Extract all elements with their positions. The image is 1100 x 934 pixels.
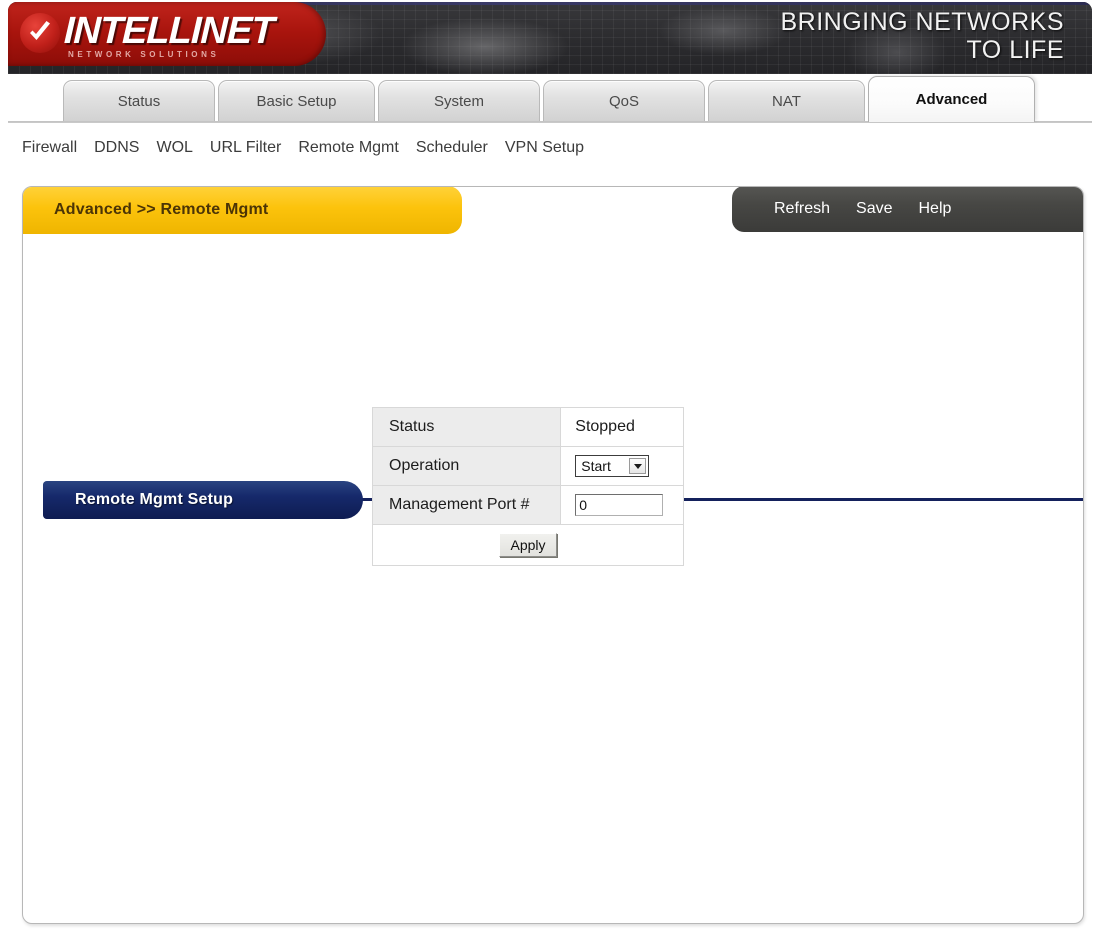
operation-label: Operation [371,446,562,486]
tab-system[interactable]: System [378,80,540,121]
main-tab-bar: Status Basic Setup System QoS NAT Advanc… [8,74,1092,122]
tab-nat[interactable]: NAT [708,80,865,121]
subnav-item-scheduler[interactable]: Scheduler [416,139,488,157]
status-value: Stopped [560,407,684,447]
refresh-link[interactable]: Refresh [774,200,830,218]
tagline-line-2: TO LIFE [966,36,1064,64]
operation-value-cell: Start [560,446,684,486]
section-title: Remote Mgmt Setup [43,481,363,519]
brand-tagline: BRINGING NETWORKS TO LIFE [780,8,1064,64]
operation-select-value: Start [581,458,611,474]
content-frame: Advanced >> Remote Mgmt Refresh Save Hel… [22,186,1084,924]
management-port-input[interactable] [575,494,664,516]
router-admin-page: INTELLINET NETWORK SOLUTIONS BRINGING NE… [0,0,1100,934]
status-label: Status [371,407,562,447]
tagline-line-1: BRINGING NETWORKS [780,8,1064,36]
breadcrumb: Advanced >> Remote Mgmt [23,187,462,234]
table-row-status: Status Stopped [371,407,684,447]
brand-name: INTELLINET [63,10,275,52]
brand-subtitle: NETWORK SOLUTIONS [68,50,220,59]
apply-cell: Apply [372,524,684,566]
subnav-item-url-filter[interactable]: URL Filter [210,139,281,157]
action-bar: Refresh Save Help [732,187,1083,232]
tab-qos[interactable]: QoS [543,80,705,121]
tab-status[interactable]: Status [63,80,215,121]
help-link[interactable]: Help [919,200,952,218]
tab-basic-setup[interactable]: Basic Setup [218,80,375,121]
tab-advanced[interactable]: Advanced [868,76,1035,122]
management-port-value-cell [560,485,684,525]
apply-button[interactable]: Apply [499,533,557,557]
check-icon [20,13,60,53]
subnav-item-ddns[interactable]: DDNS [94,139,139,157]
sub-navigation: Firewall DDNS WOL URL Filter Remote Mgmt… [8,122,1092,172]
management-port-label: Management Port # [371,485,562,525]
table-row-apply: Apply [372,524,684,566]
subnav-item-vpn-setup[interactable]: VPN Setup [505,139,584,157]
remote-mgmt-settings-table: Status Stopped Operation Start Managemen… [371,407,684,566]
subnav-item-wol[interactable]: WOL [156,139,192,157]
subnav-item-firewall[interactable]: Firewall [22,139,77,157]
operation-select[interactable]: Start [575,455,650,477]
save-link[interactable]: Save [856,200,892,218]
brand-logo-banner: INTELLINET NETWORK SOLUTIONS [8,2,326,66]
table-row-operation: Operation Start [371,446,684,486]
chevron-down-icon[interactable] [629,458,647,474]
subnav-item-remote-mgmt[interactable]: Remote Mgmt [298,139,398,157]
table-row-management-port: Management Port # [371,485,684,525]
page-header: INTELLINET NETWORK SOLUTIONS BRINGING NE… [8,2,1092,74]
